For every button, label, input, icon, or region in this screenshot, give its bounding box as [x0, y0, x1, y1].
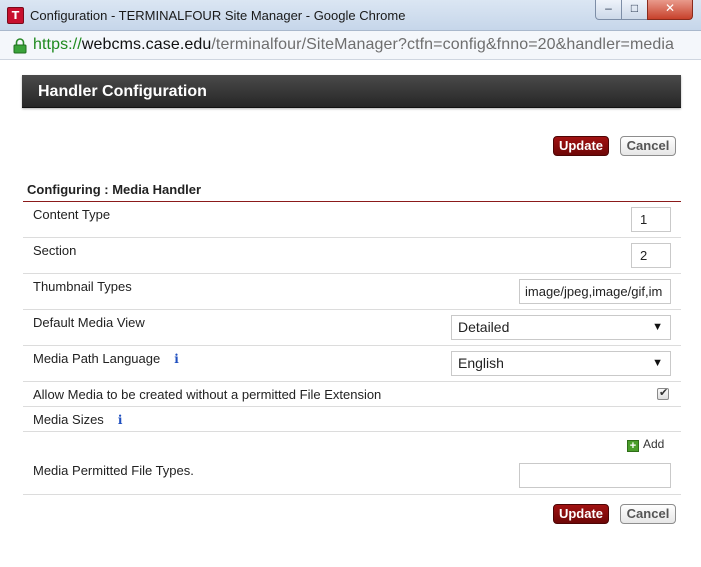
section-label: Section	[33, 243, 77, 258]
media-permitted-file-types-label: Media Permitted File Types.	[33, 463, 194, 478]
terminalfour-app-icon: T	[7, 7, 24, 24]
url-host: webcms.case.edu	[81, 36, 212, 53]
cancel-button-bottom[interactable]: Cancel	[620, 504, 676, 524]
info-icon[interactable]: i	[118, 413, 123, 427]
url-text[interactable]: https://webcms.case.edu/terminalfour/Sit…	[33, 36, 674, 54]
add-media-size-button[interactable]: + Add	[627, 437, 664, 452]
media-sizes-label: Media Sizes	[33, 412, 104, 427]
close-window-button[interactable]: ✕	[647, 0, 693, 20]
maximize-icon: □	[630, 1, 639, 15]
page-header: Handler Configuration	[22, 75, 681, 108]
default-media-view-label: Default Media View	[33, 315, 145, 330]
window-titlebar[interactable]: T Configuration - TERMINALFOUR Site Mana…	[0, 0, 701, 31]
allow-media-checkbox[interactable]: ✔	[657, 387, 669, 400]
checkmark-icon: ✔	[659, 387, 669, 399]
row-allow-media-without-extension: Allow Media to be created without a perm…	[23, 382, 681, 407]
cancel-button-top[interactable]: Cancel	[620, 136, 676, 156]
update-button-top[interactable]: Update	[553, 136, 609, 156]
section-input[interactable]: 2	[631, 243, 671, 268]
media-path-language-label: Media Path Language	[33, 351, 161, 366]
row-content-type: Content Type	[23, 202, 681, 238]
default-media-view-value: Detailed	[458, 319, 510, 335]
plus-icon: +	[627, 440, 639, 452]
page-title: Handler Configuration	[38, 83, 207, 100]
minimize-button[interactable]: –	[595, 0, 622, 20]
url-scheme: https://	[33, 36, 82, 53]
dropdown-arrow-icon: ▼	[652, 357, 663, 369]
dropdown-arrow-icon: ▼	[652, 321, 663, 333]
content-type-input[interactable]: 1	[631, 207, 671, 232]
thumbnail-types-label: Thumbnail Types	[33, 279, 132, 294]
update-button-bottom[interactable]: Update	[553, 504, 609, 524]
add-label: Add	[643, 437, 665, 451]
maximize-button[interactable]: □	[621, 0, 648, 20]
section-title: Configuring : Media Handler	[27, 182, 202, 197]
close-icon: ✕	[664, 1, 676, 15]
row-media-sizes: Media Sizes i	[23, 407, 681, 432]
media-path-language-select[interactable]: English ▼	[451, 351, 671, 376]
media-path-language-label-wrap: Media Path Language i	[33, 351, 179, 366]
media-path-language-value: English	[458, 355, 504, 371]
row-section: Section	[23, 238, 681, 274]
thumbnail-types-input[interactable]: image/jpeg,image/gif,im	[519, 279, 671, 304]
url-path: /terminalfour/SiteManager?ctfn=config&fn…	[211, 36, 675, 53]
lock-icon	[13, 38, 27, 54]
window-title: Configuration - TERMINALFOUR Site Manage…	[30, 8, 406, 23]
default-media-view-select[interactable]: Detailed ▼	[451, 315, 671, 340]
allow-media-label: Allow Media to be created without a perm…	[33, 387, 382, 402]
info-icon[interactable]: i	[174, 352, 179, 366]
media-sizes-label-wrap: Media Sizes i	[33, 412, 122, 427]
minimize-icon: –	[605, 1, 612, 15]
media-permitted-file-types-input[interactable]	[519, 463, 671, 488]
content-type-label: Content Type	[33, 207, 111, 222]
